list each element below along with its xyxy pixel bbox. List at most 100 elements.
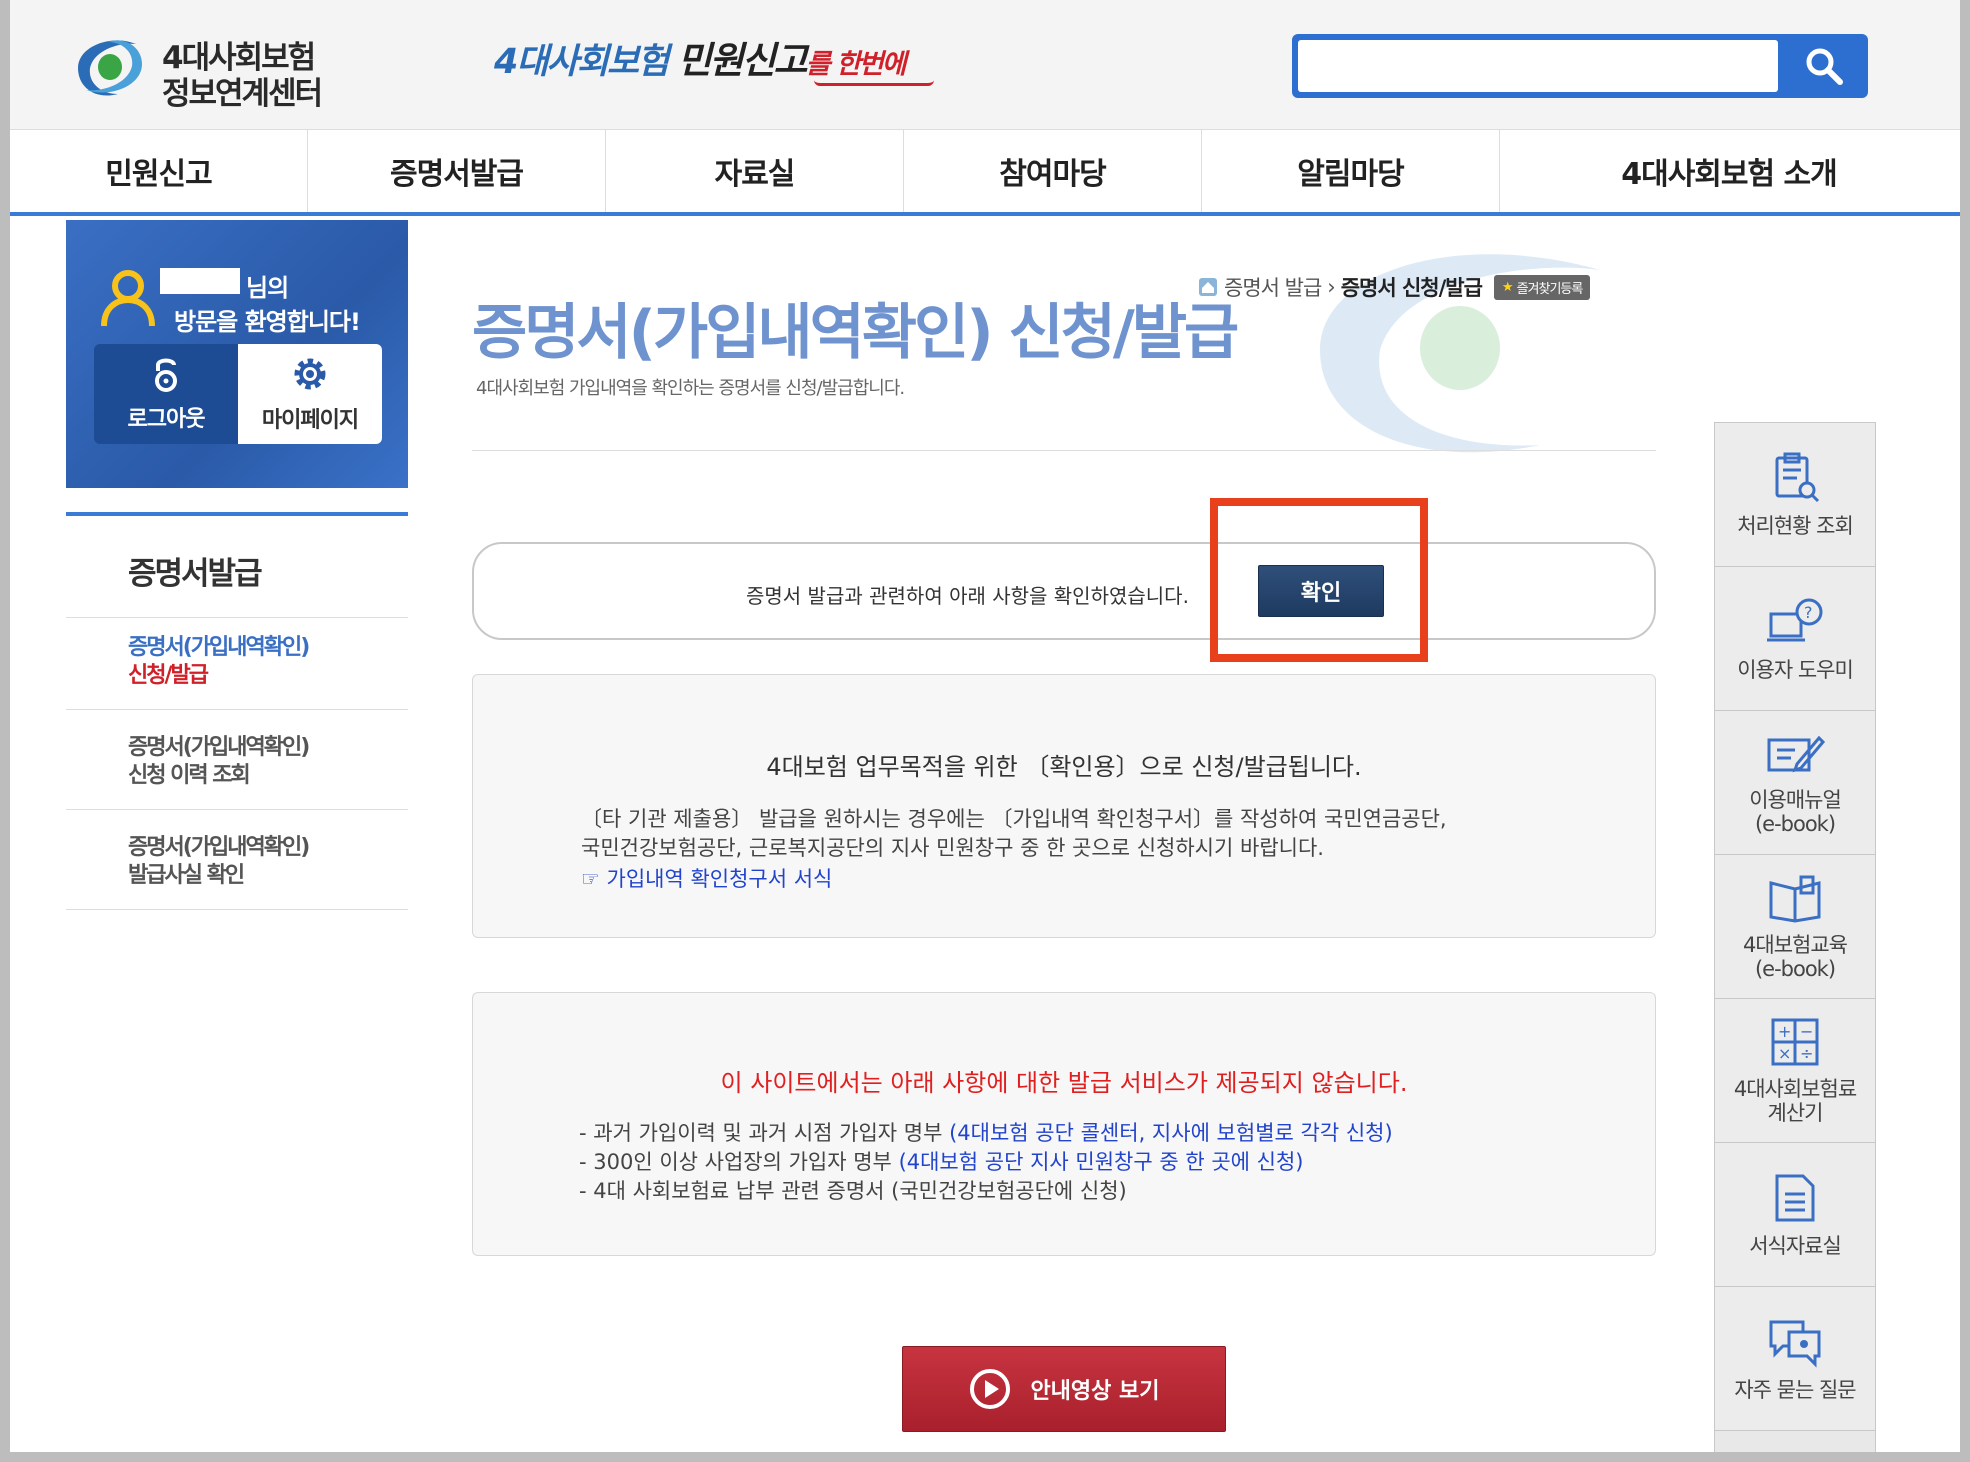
quick-item-forms[interactable]: 서식자료실 <box>1715 1143 1875 1287</box>
quick-item-manual[interactable]: 이용매뉴얼 (e-book) <box>1715 711 1875 855</box>
quick-item-label: 이용자 도우미 <box>1737 657 1854 682</box>
logo-mark-icon <box>78 40 142 96</box>
request-form-link[interactable]: ☞ 가입내역 확인청구서 서식 <box>581 863 832 893</box>
divider <box>472 450 1656 451</box>
mypage-button[interactable]: 마이페이지 <box>238 344 382 444</box>
breadcrumb: 증명서 발급 › 증명서 신청/발급 ★ 즐겨찾기등록 <box>1198 272 1591 302</box>
search-icon <box>1806 48 1843 85</box>
help-laptop-icon: ? <box>1767 598 1823 641</box>
star-icon: ★ <box>1501 279 1514 295</box>
quick-item-label: 서식자료실 <box>1749 1233 1842 1258</box>
document-icon <box>1775 1174 1815 1221</box>
list-item-note: (4대보험 공단 지사 민원창구 중 한 곳에 신청) <box>898 1150 1304 1174</box>
favorite-label: 즐겨찾기등록 <box>1516 281 1584 297</box>
quick-item-label: 4대보험교육 (e-book) <box>1743 932 1848 981</box>
guide-video-label: 안내영상 보기 <box>1030 1379 1160 1404</box>
sidebar-item-label: 발급사실 확인 <box>128 863 245 888</box>
sidebar-title: 증명서발급 <box>66 512 408 618</box>
welcome-suffix: 님의 <box>246 274 289 302</box>
slogan-underline <box>814 80 934 86</box>
list-item-note: (4대보험 공단 콜센터, 지사에 보험별로 각각 신청) <box>949 1121 1393 1145</box>
mypage-label: 마이페이지 <box>261 408 359 433</box>
list-item-text: - 과거 가입이력 및 과거 시점 가입자 명부 <box>579 1121 950 1145</box>
quick-item-label: 처리현황 조회 <box>1737 513 1854 538</box>
sidebar-item-label: 신청/발급 <box>128 663 209 688</box>
logout-label: 로그아웃 <box>127 407 206 432</box>
site-logo[interactable]: 4대사회보험 정보연계센터 <box>72 28 352 112</box>
breadcrumb-parent[interactable]: 증명서 발급 <box>1224 272 1322 302</box>
sidebar-item-history[interactable]: 증명서(가입내역확인) 신청 이력 조회 <box>66 710 408 810</box>
sidebar-item-label: 증명서(가입내역확인) <box>128 735 310 760</box>
slogan-banner: 4대사회보험 민원신고를 한번에 <box>494 30 934 90</box>
notice-line: 〔타 기관 제출용〕 발급을 원하시는 경우에는 〔가입내역 확인청구서〕를 작… <box>581 807 1447 831</box>
welcome-box: 님의 방문을 환영합니다! 로그아웃 마이페이지 <box>66 220 408 488</box>
svg-text:+: + <box>1778 1022 1791 1041</box>
logout-button[interactable]: 로그아웃 <box>94 344 238 444</box>
browser-page: 4대사회보험 정보연계센터 4대사회보험 민원신고를 한번에 민원신고 증명서발… <box>10 0 1960 1452</box>
page-subtitle: 4대사회보험 가입내역을 확인하는 증명서를 신청/발급합니다. <box>476 378 905 399</box>
slogan-part3: 를 한번에 <box>805 49 907 80</box>
search-button[interactable] <box>1780 34 1868 98</box>
notice-line: 국민건강보험공단, 근로복지공단의 지사 민원창구 중 한 곳으로 신청하시기 … <box>581 836 1324 860</box>
sidebar-item-verify[interactable]: 증명서(가입내역확인) 발급사실 확인 <box>66 810 408 910</box>
manual-edit-icon <box>1767 735 1825 772</box>
confirm-text: 증명서 발급과 관련하여 아래 사항을 확인하였습니다. <box>746 584 1189 608</box>
notice-heading: 이 사이트에서는 아래 사항에 대한 발급 서비스가 제공되지 않습니다. <box>720 1069 1408 1097</box>
search-input[interactable] <box>1298 40 1778 92</box>
user-name-masked <box>160 268 240 294</box>
sidebar-item-label: 증명서(가입내역확인) <box>128 635 310 660</box>
book-icon <box>1769 875 1821 923</box>
svg-text:−: − <box>1800 1022 1813 1041</box>
play-circle-icon <box>970 1369 1011 1409</box>
nav-item-library[interactable]: 자료실 <box>606 130 904 212</box>
list-item-text: - 4대 사회보험료 납부 관련 증명서 (국민건강보험공단에 신청) <box>579 1179 1127 1203</box>
svg-text:?: ? <box>1804 603 1813 622</box>
notice-box-purpose: 4대보험 업무목적을 위한 〔확인용〕으로 신청/발급됩니다. 〔타 기관 제출… <box>472 674 1656 938</box>
slogan-part2: 민원신고 <box>677 39 808 82</box>
confirm-button[interactable]: 확인 <box>1258 565 1384 617</box>
nav-item-complaint[interactable]: 민원신고 <box>10 130 308 212</box>
main-nav: 민원신고 증명서발급 자료실 참여마당 알림마당 4대사회보험 소개 <box>10 130 1960 216</box>
quick-item-label: 4대사회보험료 계산기 <box>1733 1076 1857 1125</box>
calculator-icon: + − × ÷ <box>1771 1018 1819 1065</box>
confirm-box: 증명서 발급과 관련하여 아래 사항을 확인하였습니다. 확인 <box>472 542 1656 640</box>
slogan-part1: 4대사회보험 <box>494 42 678 82</box>
chat-bubble-icon <box>1769 1320 1821 1368</box>
search-bar <box>1292 34 1868 98</box>
quick-item-label: 이용매뉴얼 (e-book) <box>1749 787 1842 836</box>
quick-item-faq[interactable]: 자주 묻는 질문 <box>1715 1287 1875 1431</box>
notice-body: 〔타 기관 제출용〕 발급을 원하시는 경우에는 〔가입내역 확인청구서〕를 작… <box>581 805 1447 863</box>
lock-icon <box>155 358 177 392</box>
sidebar-item-apply[interactable]: 증명서(가입내역확인) 신청/발급 <box>66 610 408 710</box>
svg-text:×: × <box>1778 1044 1791 1063</box>
nav-item-certificate[interactable]: 증명서발급 <box>308 130 606 212</box>
user-icon <box>101 270 155 327</box>
list-item-text: - 300인 이상 사업장의 가입자 명부 <box>579 1150 899 1174</box>
nav-item-about[interactable]: 4대사회보험 소개 <box>1500 130 1958 212</box>
nav-item-notice[interactable]: 알림마당 <box>1202 130 1500 212</box>
gear-icon <box>294 358 326 390</box>
clipboard-search-icon <box>1775 452 1820 502</box>
sidebar-item-label: 신청 이력 조회 <box>128 763 251 788</box>
chevron-right-icon: › <box>1327 275 1335 299</box>
watermark-logo <box>1320 254 1600 453</box>
notice-heading: 4대보험 업무목적을 위한 〔확인용〕으로 신청/발급됩니다. <box>766 753 1362 781</box>
favorite-button[interactable]: ★ 즐겨찾기등록 <box>1493 274 1591 300</box>
quick-menu: 처리현황 조회 ? 이용자 도우미 이용매뉴얼 (e-book) 4대보험교육 … <box>1714 422 1876 1452</box>
welcome-message: 방문을 환영합니다! <box>174 308 361 336</box>
quick-item-calculator[interactable]: + − × ÷ 4대사회보험료 계산기 <box>1715 999 1875 1143</box>
quick-item-status[interactable]: 처리현황 조회 <box>1715 423 1875 567</box>
breadcrumb-current: 증명서 신청/발급 <box>1340 276 1483 300</box>
quick-item-education[interactable]: 4대보험교육 (e-book) <box>1715 855 1875 999</box>
logo-title-line2: 정보연계센터 <box>162 76 323 112</box>
notice-box-unavailable: 이 사이트에서는 아래 사항에 대한 발급 서비스가 제공되지 않습니다. - … <box>472 992 1656 1256</box>
list-item: - 4대 사회보험료 납부 관련 증명서 (국민건강보험공단에 신청) <box>579 1177 1393 1206</box>
sidebar-item-label: 증명서(가입내역확인) <box>128 835 310 860</box>
guide-video-button[interactable]: 안내영상 보기 <box>902 1346 1226 1432</box>
quick-item-help[interactable]: ? 이용자 도우미 <box>1715 567 1875 711</box>
quick-item-label: 자주 묻는 질문 <box>1734 1377 1856 1402</box>
list-item: - 과거 가입이력 및 과거 시점 가입자 명부 (4대보험 공단 콜센터, 지… <box>579 1119 1393 1148</box>
notice-list: - 과거 가입이력 및 과거 시점 가입자 명부 (4대보험 공단 콜센터, 지… <box>579 1119 1393 1206</box>
nav-item-participation[interactable]: 참여마당 <box>904 130 1202 212</box>
svg-text:÷: ÷ <box>1800 1044 1813 1063</box>
